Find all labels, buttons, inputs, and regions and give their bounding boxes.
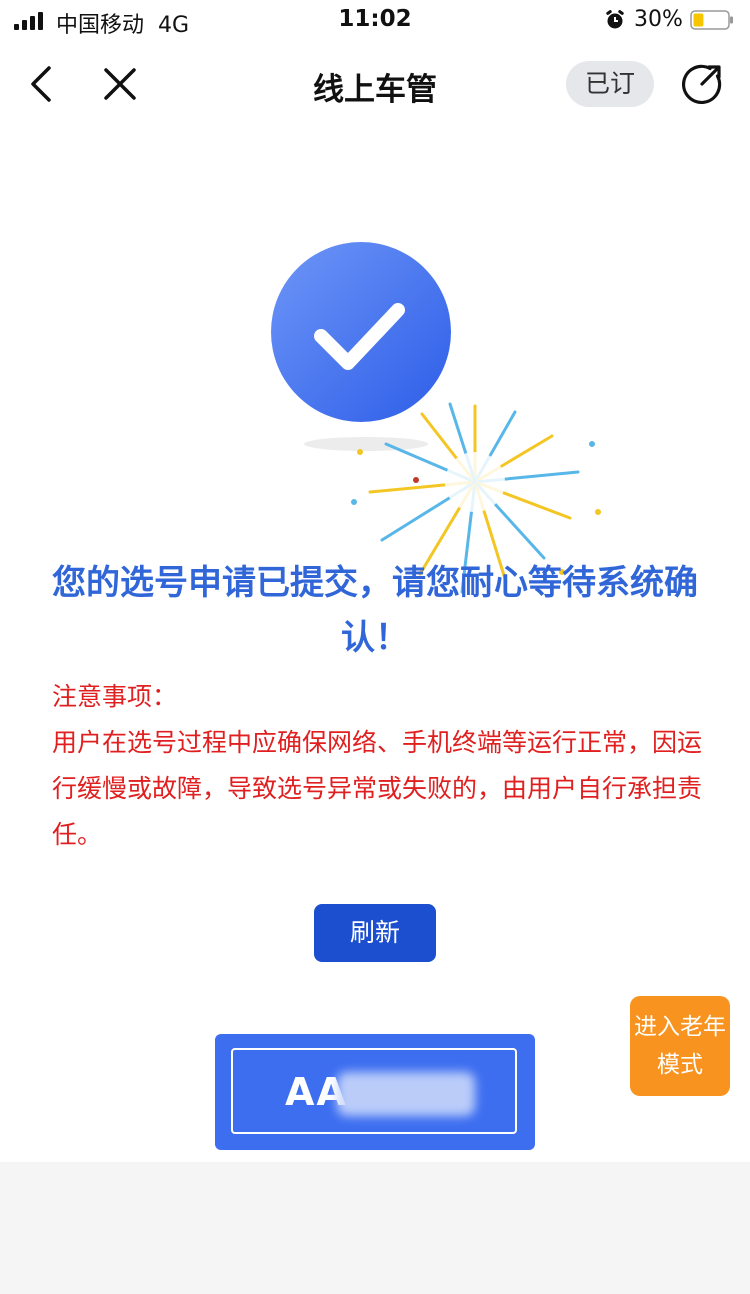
battery-icon	[690, 10, 733, 30]
plate-border: AA	[231, 1048, 517, 1134]
elder-mode-button[interactable]: 进入老年模式	[630, 996, 730, 1096]
bottom-area	[0, 1162, 750, 1294]
notice-title: 注意事项：	[52, 682, 178, 711]
nav-bar: 线上车管 已订	[0, 42, 750, 128]
refresh-button[interactable]: 刷新	[314, 904, 436, 962]
plate-redaction	[337, 1072, 475, 1116]
success-message: 您的选号申请已提交，请您耐心等待系统确认！	[52, 563, 698, 658]
subscribed-button[interactable]: 已订	[566, 61, 654, 107]
share-icon[interactable]	[680, 62, 724, 106]
notice-body: 用户在选号过程中应确保网络、手机终端等运行正常，因运行缓慢或故障，导致选号异常或…	[52, 728, 703, 849]
battery-percent: 30%	[634, 7, 683, 32]
alarm-icon	[606, 10, 624, 29]
status-bar: 中国移动 4G 11:02 30%	[0, 0, 750, 42]
notice-section: 注意事项： 用户在选号过程中应确保网络、手机终端等运行正常，因运行缓慢或故障，导…	[52, 674, 702, 858]
license-plate: AA	[215, 1034, 535, 1150]
